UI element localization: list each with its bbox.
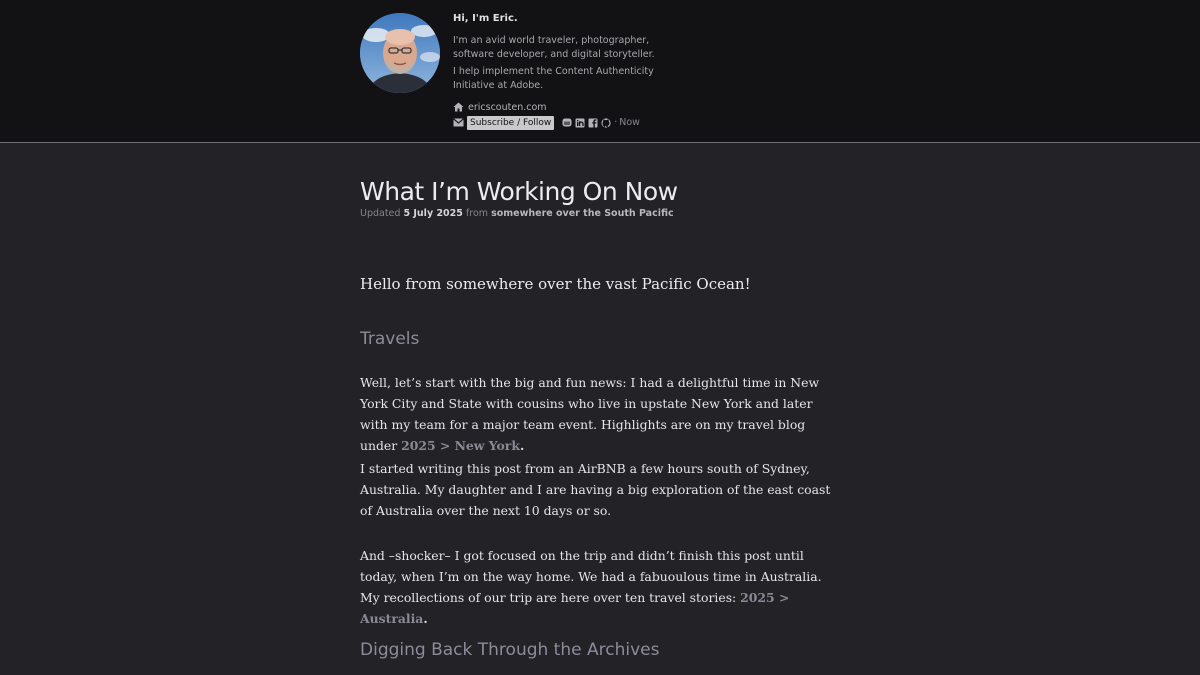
post-date: 5 July 2025: [403, 208, 463, 219]
bio-description: I'm an avid world traveler, photographer…: [453, 35, 655, 60]
updated-label: Updated: [360, 208, 401, 219]
period: .: [519, 438, 525, 453]
avatar[interactable]: [360, 13, 440, 93]
follow-row: Subscribe / Follow · Now: [453, 115, 640, 130]
link-2025-new-york[interactable]: 2025 > New York: [401, 438, 520, 453]
site-header: Hi, I'm Eric. I'm an avid world traveler…: [0, 0, 1200, 143]
linkedin-icon[interactable]: [575, 118, 585, 128]
post-meta: Updated 5 July 2025 from somewhere over …: [360, 207, 674, 220]
github-icon[interactable]: [601, 117, 611, 128]
separator: ·: [614, 117, 618, 128]
home-icon: [453, 102, 464, 112]
site-link[interactable]: ericscouten.com: [468, 102, 547, 113]
heading-travels: Travels: [360, 329, 420, 349]
heading-archives: Digging Back Through the Archives: [360, 640, 660, 660]
greeting: Hi, I'm Eric.: [453, 13, 518, 24]
page-title: What I’m Working On Now: [360, 177, 678, 206]
home-link[interactable]: ericscouten.com: [453, 100, 547, 114]
paragraph-new-york: Well, let’s start with the big and fun n…: [360, 372, 840, 456]
subscribe-button[interactable]: Subscribe / Follow: [467, 115, 555, 130]
facebook-icon[interactable]: [588, 118, 598, 128]
paragraph-sydney: I started writing this post from an AirB…: [360, 461, 831, 518]
mastodon-icon[interactable]: [562, 118, 572, 128]
post-location: somewhere over the South Pacific: [491, 208, 674, 219]
bio: Hi, I'm Eric. I'm an avid world traveler…: [453, 12, 683, 96]
now-link[interactable]: Now: [619, 117, 640, 128]
period: .: [423, 611, 428, 626]
intro-paragraph: Hello from somewhere over the vast Pacif…: [360, 275, 751, 293]
from-label: from: [465, 208, 489, 219]
paragraph-australia: And –shocker– I got focused on the trip …: [360, 545, 840, 629]
bio-work: I help implement the Content Authenticit…: [453, 66, 654, 91]
envelope-icon[interactable]: [453, 118, 464, 127]
avatar-photo: [360, 13, 440, 93]
